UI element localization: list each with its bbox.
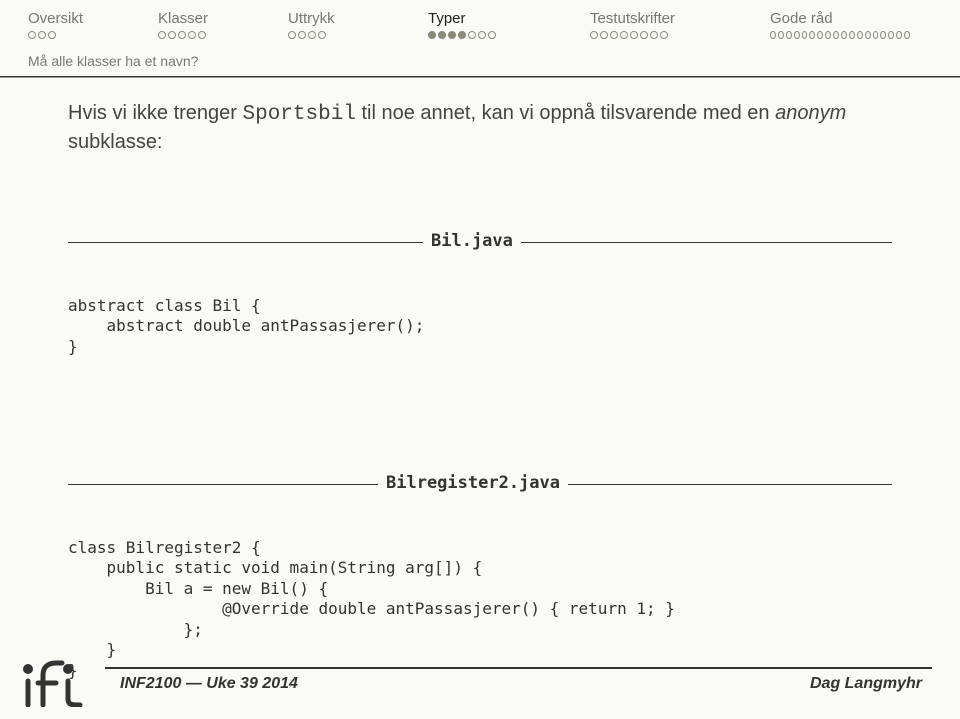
- progress-dot: [308, 31, 316, 39]
- progress-dot: [650, 31, 658, 39]
- progress-dot: [48, 31, 56, 39]
- code-title-row: Bilregister2.java: [68, 473, 892, 495]
- progress-dot: [488, 31, 496, 39]
- progress-dot: [600, 31, 608, 39]
- progress-dot: [168, 31, 176, 39]
- progress-dot: [478, 31, 486, 39]
- rule-left: [68, 242, 423, 243]
- progress-dot: [865, 31, 871, 39]
- intro-text: Hvis vi ikke trenger Sportsbil til noe a…: [68, 100, 892, 156]
- progress-dot: [428, 31, 436, 39]
- intro-mono: Sportsbil: [243, 103, 356, 126]
- progress-dot: [896, 31, 902, 39]
- nav-label: Typer: [428, 10, 580, 27]
- progress-dot: [590, 31, 598, 39]
- progress-dot: [610, 31, 618, 39]
- progress-dot: [786, 31, 792, 39]
- progress-dot: [857, 31, 863, 39]
- rule-right: [521, 242, 892, 243]
- progress-dot: [778, 31, 784, 39]
- progress-dot: [849, 31, 855, 39]
- progress-dot: [28, 31, 36, 39]
- nav-item-klasser[interactable]: Klasser: [158, 10, 278, 39]
- rule-right: [568, 484, 892, 485]
- progress-dot: [458, 31, 466, 39]
- progress-dot: [904, 31, 910, 39]
- intro-part-1: Hvis vi ikke trenger: [68, 102, 243, 124]
- frame-subtitle: Må alle klasser ha et navn?: [0, 39, 960, 75]
- nav-progress-dots: [158, 31, 278, 39]
- nav-progress-dots: [770, 31, 910, 39]
- nav-item-test[interactable]: Testutskrifter: [590, 10, 760, 39]
- nav-label: Klasser: [158, 10, 278, 27]
- progress-dot: [794, 31, 800, 39]
- progress-dot: [438, 31, 446, 39]
- nav-item-oversikt[interactable]: Oversikt: [28, 10, 148, 39]
- progress-dot: [38, 31, 46, 39]
- ifi-logo-icon: [18, 659, 96, 707]
- nav-item-uttrykk[interactable]: Uttrykk: [288, 10, 418, 39]
- progress-dot: [809, 31, 815, 39]
- footer-right: Dag Langmyhr: [810, 675, 922, 693]
- nav-progress-dots: [28, 31, 148, 39]
- slide: Oversikt Klasser Uttrykk Typer Testutskrifte…: [0, 0, 960, 719]
- nav-progress-dots: [288, 31, 418, 39]
- progress-dot: [448, 31, 456, 39]
- intro-part-3: subklasse:: [68, 131, 163, 153]
- progress-dot: [630, 31, 638, 39]
- code-body: abstract class Bil { abstract double ant…: [68, 294, 892, 357]
- progress-dot: [770, 31, 776, 39]
- footer: INF2100 — Uke 39 2014 Dag Langmyhr: [0, 649, 960, 719]
- progress-dot: [620, 31, 628, 39]
- nav-label: Oversikt: [28, 10, 148, 27]
- progress-dot: [188, 31, 196, 39]
- progress-dot: [825, 31, 831, 39]
- progress-dot: [288, 31, 296, 39]
- footer-rule: [105, 667, 932, 669]
- footer-text: INF2100 — Uke 39 2014 Dag Langmyhr: [120, 675, 922, 693]
- code-block-bil: Bil.java abstract class Bil { abstract d…: [68, 190, 892, 398]
- code-filename: Bilregister2.java: [378, 473, 568, 495]
- progress-dot: [660, 31, 668, 39]
- nav-label: Uttrykk: [288, 10, 418, 27]
- code-filename: Bil.java: [423, 231, 521, 253]
- progress-dot: [158, 31, 166, 39]
- progress-dot: [880, 31, 886, 39]
- progress-dot: [873, 31, 879, 39]
- nav-item-gode[interactable]: Gode råd: [770, 10, 910, 39]
- nav-progress-dots: [590, 31, 760, 39]
- progress-dot: [318, 31, 326, 39]
- progress-dot: [298, 31, 306, 39]
- progress-dot: [833, 31, 839, 39]
- nav-item-typer[interactable]: Typer: [428, 10, 580, 39]
- nav-label: Testutskrifter: [590, 10, 760, 27]
- top-nav: Oversikt Klasser Uttrykk Typer Testutskrifte…: [0, 0, 960, 39]
- progress-dot: [802, 31, 808, 39]
- progress-dot: [888, 31, 894, 39]
- content: Hvis vi ikke trenger Sportsbil til noe a…: [0, 78, 960, 719]
- progress-dot: [841, 31, 847, 39]
- intro-emph: anonym: [775, 102, 846, 124]
- progress-dot: [817, 31, 823, 39]
- code-title-row: Bil.java: [68, 231, 892, 253]
- rule-left: [68, 484, 378, 485]
- nav-label: Gode råd: [770, 10, 910, 27]
- progress-dot: [198, 31, 206, 39]
- footer-left: INF2100 — Uke 39 2014: [120, 675, 298, 693]
- progress-dot: [468, 31, 476, 39]
- intro-part-2: til noe annet, kan vi oppnå tilsvarende …: [356, 102, 775, 124]
- nav-progress-dots: [428, 31, 580, 39]
- progress-dot: [178, 31, 186, 39]
- progress-dot: [640, 31, 648, 39]
